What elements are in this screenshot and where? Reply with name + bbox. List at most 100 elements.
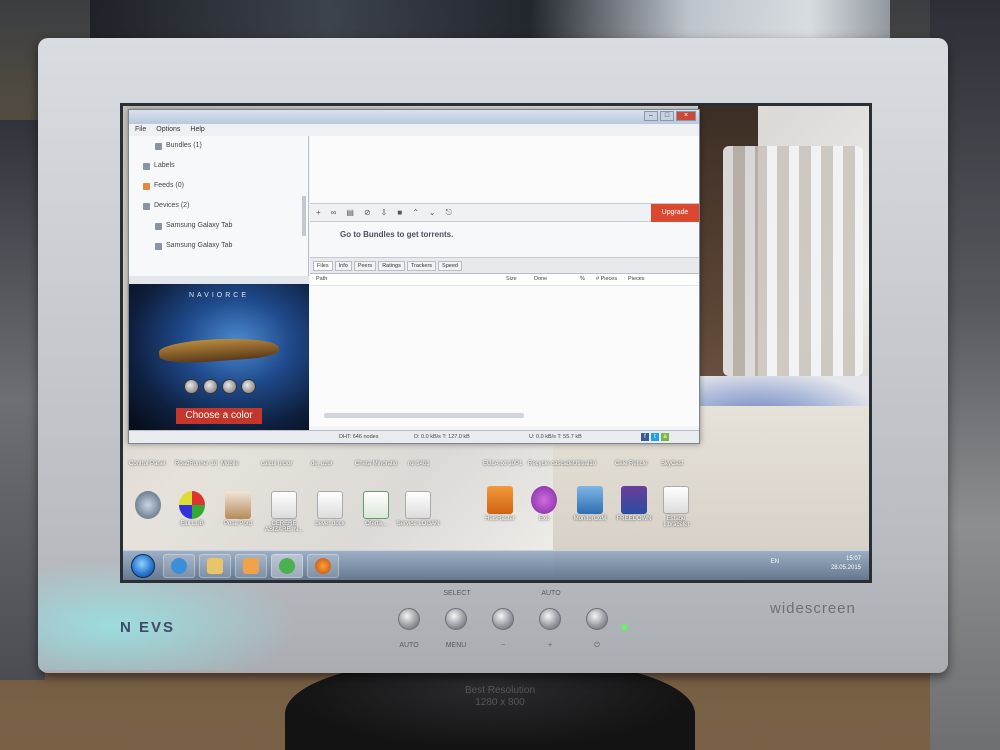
- tab-files[interactable]: Files: [313, 260, 333, 271]
- down-icon[interactable]: ⌄: [429, 208, 436, 217]
- ad-banner[interactable]: NAVIORCE Choose a color: [129, 284, 309, 430]
- column-percent[interactable]: %: [580, 276, 585, 282]
- close-icon[interactable]: ×: [676, 111, 696, 121]
- menu-button[interactable]: [445, 608, 467, 630]
- color-option[interactable]: [222, 379, 237, 394]
- document-icon: [225, 491, 251, 519]
- desktop-icon[interactable]: Oferta...: [353, 491, 399, 527]
- desktop-label[interactable]: Recycle cascade: [528, 461, 573, 467]
- torrent-app-window[interactable]: – □ × File Options Help Bundles (1) Labe…: [128, 109, 700, 444]
- tab-speed[interactable]: Speed: [438, 260, 462, 271]
- desktop-icon[interactable]: Exit: [521, 486, 567, 522]
- system-clock[interactable]: 15:07 28.05.2015: [831, 555, 861, 573]
- android-icon[interactable]: a: [661, 433, 669, 441]
- start-button[interactable]: [131, 554, 155, 578]
- select-label: SELECT: [443, 590, 471, 597]
- horizontal-scrollbar[interactable]: [324, 413, 524, 418]
- sidebar-item-devices[interactable]: Devices (2): [129, 196, 308, 216]
- sidebar-item-label: Labels: [154, 162, 175, 169]
- color-option[interactable]: [203, 379, 218, 394]
- taskbar-utorrent[interactable]: [271, 554, 303, 578]
- taskbar-media[interactable]: [235, 554, 267, 578]
- tab-peers[interactable]: Peers: [353, 260, 377, 271]
- create-icon[interactable]: ▤: [346, 208, 354, 217]
- tablet-icon: [155, 222, 162, 230]
- add-icon[interactable]: +: [316, 208, 321, 217]
- download-icon[interactable]: ⇩: [381, 208, 388, 217]
- column-pieces-count[interactable]: # Pieces: [596, 276, 617, 282]
- device-icon: [143, 202, 150, 210]
- desktop-label[interactable]: roi 14b1: [408, 461, 430, 467]
- plus-button[interactable]: [539, 608, 561, 630]
- minimize-icon[interactable]: –: [644, 111, 658, 121]
- desktop-icon[interactable]: dever docx: [307, 491, 353, 527]
- remote-icon[interactable]: ⎋: [446, 208, 452, 218]
- desktop-label[interactable]: EULA.txt 10P1: [483, 461, 522, 467]
- column-path[interactable]: Path: [316, 276, 327, 282]
- language-indicator[interactable]: EN: [771, 559, 779, 565]
- color-option[interactable]: [184, 379, 199, 394]
- desktop-label[interactable]: Mobile: [221, 461, 239, 467]
- menu-file[interactable]: File: [135, 124, 146, 136]
- column-size[interactable]: Size: [506, 276, 517, 282]
- auto-button[interactable]: [398, 608, 420, 630]
- desktop-label[interactable]: RoadRunner 10: [175, 461, 217, 467]
- desktop-icon-label: Estage 1 bracelet: [662, 516, 690, 528]
- taskbar-firefox[interactable]: [307, 554, 339, 578]
- bundles-message[interactable]: Go to Bundles to get torrents.: [340, 230, 453, 239]
- color-option[interactable]: [241, 379, 256, 394]
- maximize-icon[interactable]: □: [660, 111, 674, 121]
- desktop-label[interactable]: Utilsal10: [573, 461, 596, 467]
- sidebar-item-labels[interactable]: Labels: [129, 156, 308, 176]
- pie-chart-icon: [179, 491, 205, 519]
- link-icon[interactable]: ∞: [331, 208, 337, 217]
- desktop-icon[interactable]: [125, 491, 171, 521]
- sidebar-item-device[interactable]: Samsung Galaxy Tab: [129, 216, 308, 236]
- app-orange-icon: [487, 486, 513, 514]
- desktop-label[interactable]: Cheta Minoratio: [355, 461, 397, 467]
- facebook-icon[interactable]: f: [641, 433, 649, 441]
- desktop-icon[interactable]: Pose Pord: [215, 491, 261, 527]
- files-table-body[interactable]: [310, 286, 699, 426]
- desktop-icon[interactable]: FREEDOWN: [611, 486, 657, 522]
- menu-help[interactable]: Help: [190, 124, 204, 136]
- column-pieces[interactable]: Pieces: [628, 276, 645, 282]
- minus-button[interactable]: [492, 608, 514, 630]
- stop-icon[interactable]: ■: [397, 208, 402, 217]
- sidebar-item-device[interactable]: Samsung Galaxy Tab: [129, 236, 308, 256]
- column-done[interactable]: Done: [534, 276, 547, 282]
- desktop-icon[interactable]: HeisRaster: [477, 486, 523, 522]
- desktop-icon[interactable]: CERERE ASIZARE IN...: [261, 491, 307, 533]
- sidebar-scrollbar[interactable]: [302, 196, 306, 236]
- desktop-icon[interactable]: Estage 1 bracelet: [653, 486, 699, 528]
- sidebar-item-label: Samsung Galaxy Tab: [166, 222, 233, 229]
- taskbar-explorer[interactable]: [199, 554, 231, 578]
- tab-info[interactable]: Info: [334, 260, 352, 271]
- desktop-icon[interactable]: Service LOGAN: [395, 491, 441, 527]
- desktop-label[interactable]: Cale Reticle: [615, 461, 647, 467]
- desktop-label[interactable]: de_uzur: [311, 461, 333, 467]
- remove-icon[interactable]: ⊘: [364, 208, 371, 217]
- desktop-icon-label: CERERE ASIZARE IN...: [264, 521, 304, 533]
- sidebar-item-bundles[interactable]: Bundles (1): [129, 136, 308, 156]
- power-button[interactable]: [586, 608, 608, 630]
- desktop-label[interactable]: Control Panel: [129, 461, 165, 467]
- sidebar-item-label: Devices (2): [154, 202, 190, 209]
- desktop-icon[interactable]: Elul LUB: [169, 491, 215, 527]
- upgrade-button[interactable]: Upgrade: [651, 204, 699, 222]
- choose-color-button[interactable]: Choose a color: [176, 408, 262, 424]
- up-icon[interactable]: ⌃: [412, 208, 419, 217]
- sidebar-item-feeds[interactable]: Feeds (0): [129, 176, 308, 196]
- desktop-icon[interactable]: MonitorCoM: [567, 486, 613, 522]
- tab-trackers[interactable]: Trackers: [406, 260, 437, 271]
- tablet-icon: [155, 242, 162, 250]
- menu-options[interactable]: Options: [156, 124, 180, 136]
- tab-ratings[interactable]: Ratings: [378, 260, 405, 271]
- desktop-label[interactable]: SkyCast: [661, 461, 683, 467]
- desktop-label[interactable]: calcul ulcior: [261, 461, 292, 467]
- window-titlebar[interactable]: – □ ×: [129, 110, 699, 124]
- twitter-icon[interactable]: t: [651, 433, 659, 441]
- taskbar-ie[interactable]: [163, 554, 195, 578]
- torrent-list[interactable]: [310, 136, 699, 204]
- utorrent-icon: [279, 558, 295, 574]
